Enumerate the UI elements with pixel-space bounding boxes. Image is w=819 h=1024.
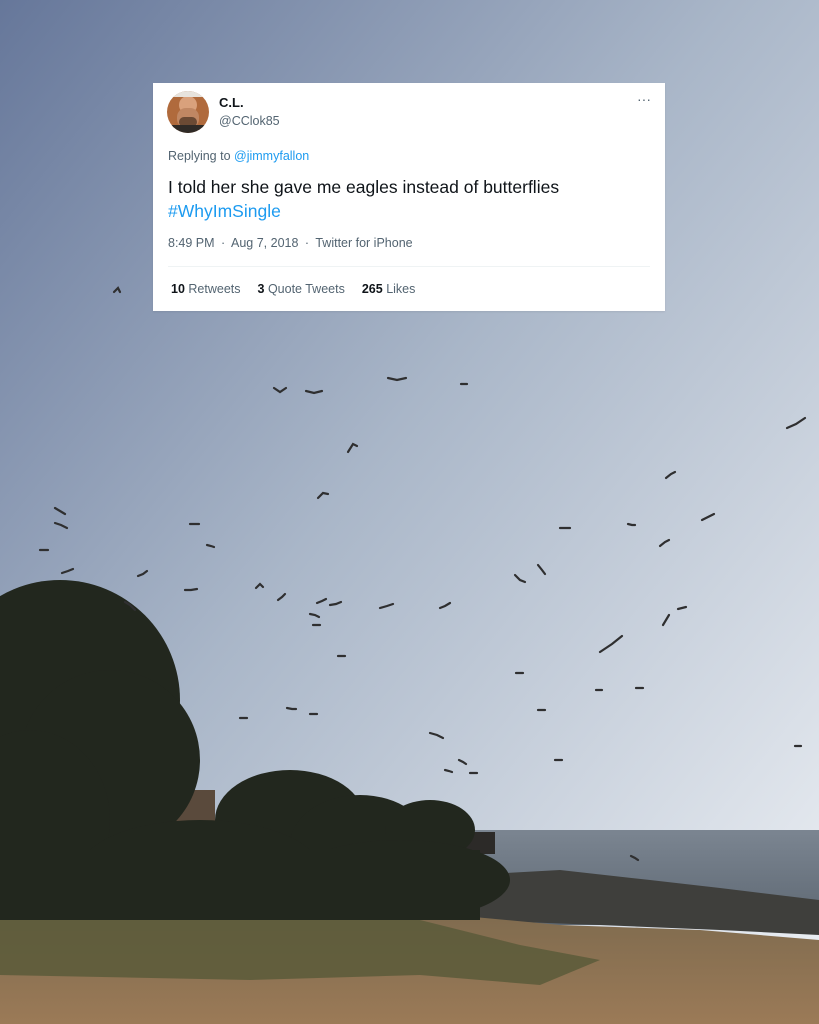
likes-count: 265 <box>361 282 383 296</box>
user-handle[interactable]: @CClok85 <box>219 114 280 128</box>
likes-stat[interactable]: 265 Likes <box>362 282 416 296</box>
display-name[interactable]: C.L. <box>219 95 244 110</box>
likes-label: Likes <box>386 282 416 296</box>
tweet-body: I told her she gave me eagles instead of… <box>168 177 560 197</box>
tweet-time[interactable]: 8:49 PM <box>168 236 215 250</box>
meta-separator: · <box>304 236 310 250</box>
tweet-text: I told her she gave me eagles instead of… <box>168 175 653 223</box>
retweets-label: Retweets <box>188 282 241 296</box>
user-avatar[interactable] <box>167 91 209 133</box>
divider <box>168 266 650 267</box>
quote-tweets-label: Quote Tweets <box>267 282 345 296</box>
tweet-source-link[interactable]: Twitter for iPhone <box>315 236 412 250</box>
tweet-card[interactable]: C.L. @CClok85 ··· Replying to @jimmyfall… <box>153 83 665 311</box>
retweets-count: 10 <box>171 282 185 296</box>
reply-prefix: Replying to <box>168 149 231 163</box>
reply-context: Replying to @jimmyfallon <box>168 149 309 163</box>
more-options-icon[interactable]: ··· <box>637 92 651 106</box>
quote-tweets-stat[interactable]: 3 Quote Tweets <box>258 282 345 296</box>
tweet-stats: 10 Retweets 3 Quote Tweets 265 Likes <box>171 282 415 296</box>
tweet-date[interactable]: Aug 7, 2018 <box>231 236 298 250</box>
hashtag-link[interactable]: #WhyImSingle <box>168 199 653 223</box>
meta-separator: · <box>221 236 226 250</box>
tweet-meta: 8:49 PM · Aug 7, 2018 · Twitter for iPho… <box>168 236 413 250</box>
reply-mention-link[interactable]: @jimmyfallon <box>234 149 309 163</box>
avatar-photo-icon <box>167 91 209 133</box>
quote-tweets-count: 3 <box>257 282 265 296</box>
retweets-stat[interactable]: 10 Retweets <box>171 282 241 296</box>
